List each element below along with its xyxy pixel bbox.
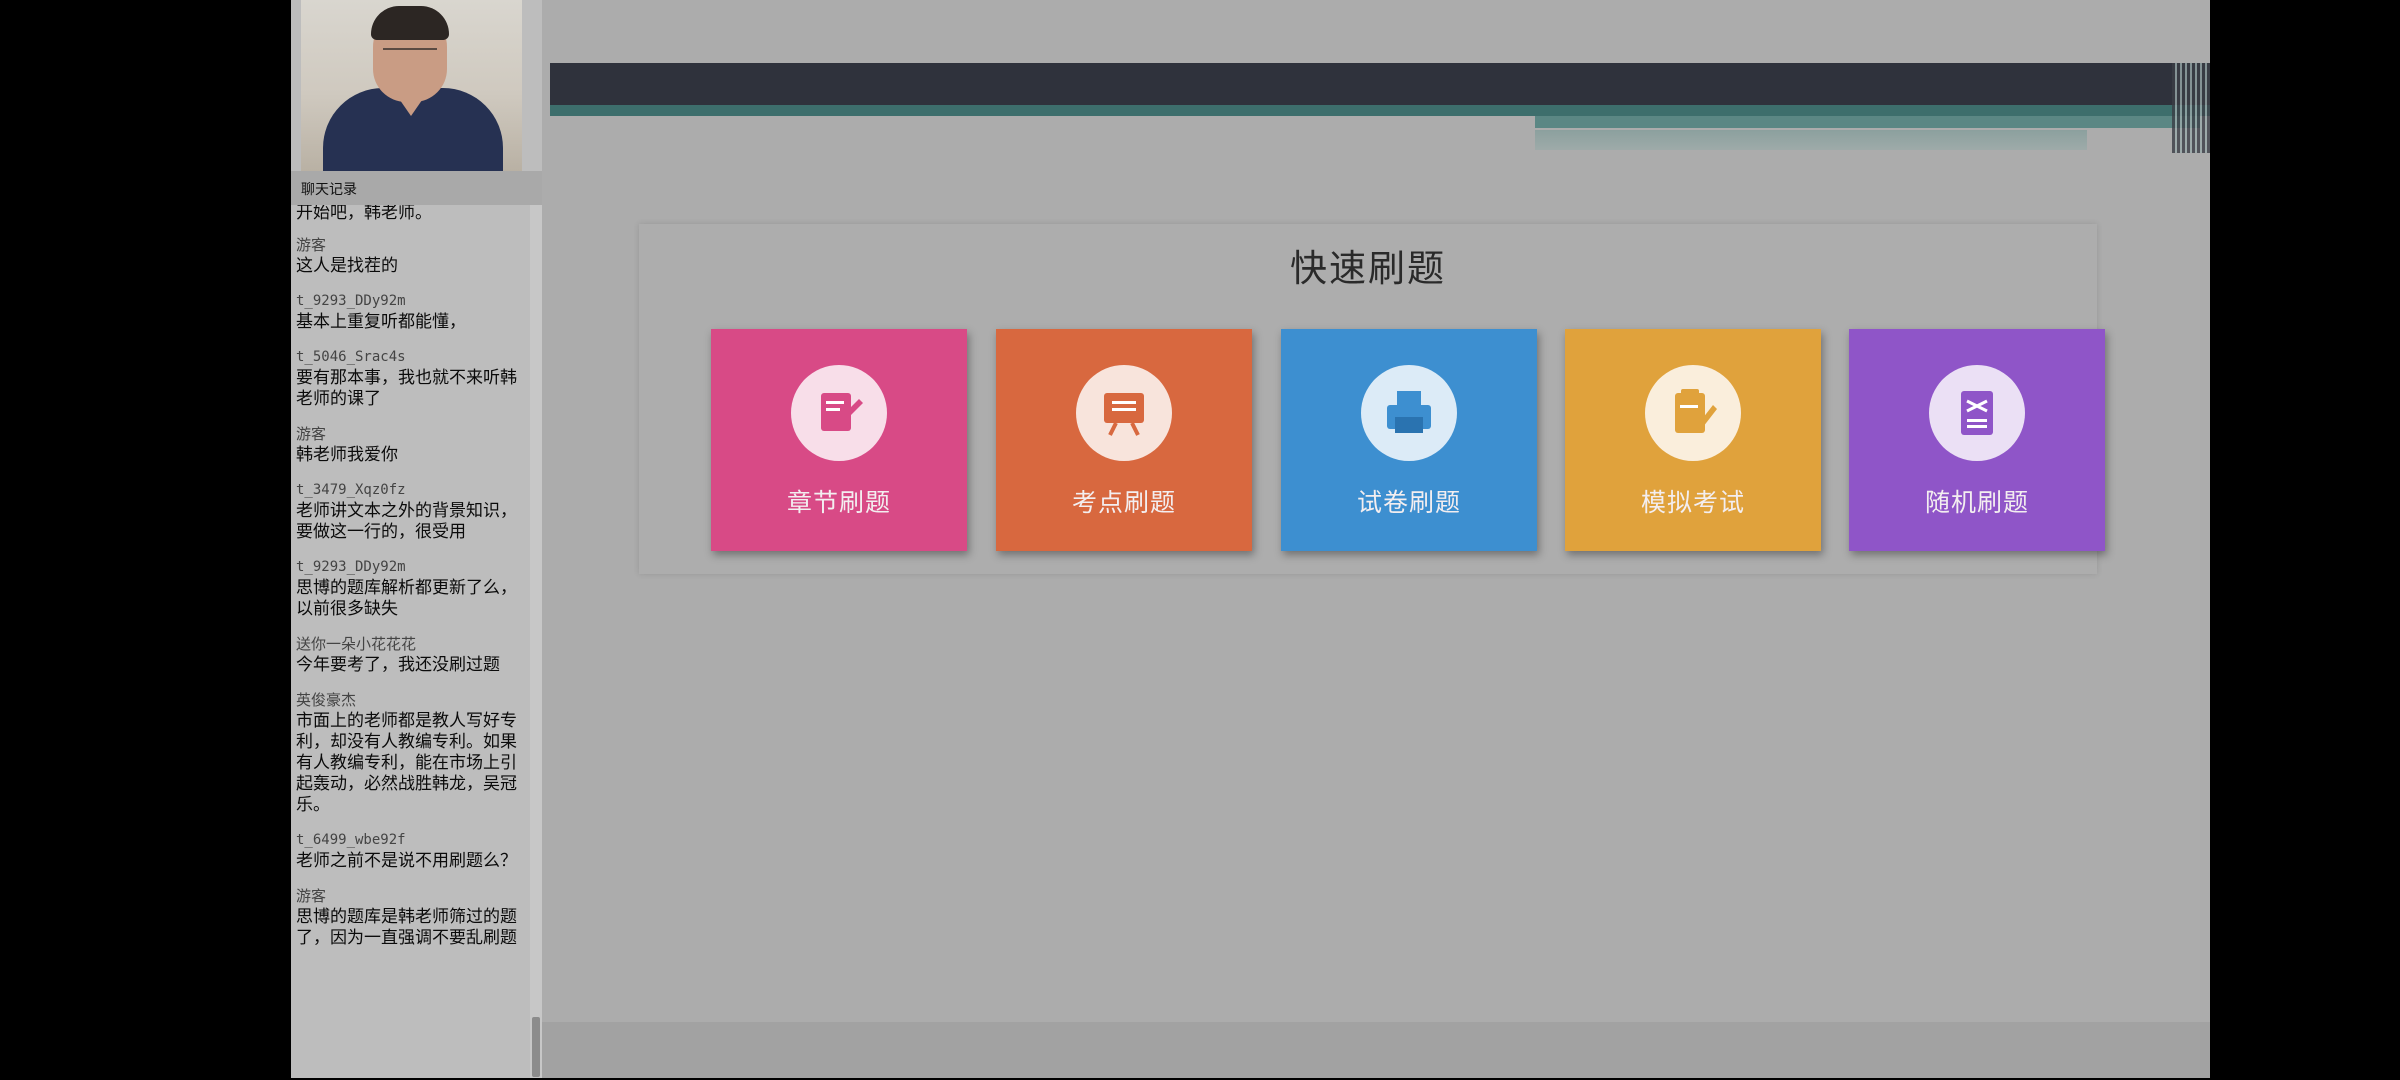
printer-icon [1361,365,1457,461]
chat-username: 游客 [296,887,327,905]
card-label: 随机刷题 [1924,488,2029,517]
card-chapter-practice[interactable]: 章节刷题 [711,329,967,551]
chat-message-text: 市面上的老师都是教人写好专利，却没有人教编专利。如果有人教编专利，能在市场上引起… [296,711,517,815]
chat-username: t_3479_Xqz0fz [296,482,406,498]
chat-message-text: 要有那本事，我也就不来听韩老师的课了 [296,368,517,409]
card-exam-paper-practice[interactable]: 试卷刷题 [1281,329,1537,551]
chat-message-text: 思博的题库解析都更新了么，以前很多缺失 [296,578,517,619]
chat-message: t_3479_Xqz0fz 老师讲文本之外的背景知识，要做这一行的，很受用 [291,480,531,543]
card-label: 试卷刷题 [1356,488,1461,517]
shuffle-document-icon [1929,365,2025,461]
chat-message: 游客 这人是找茬的 [291,235,531,277]
webcam-video [301,0,522,171]
slide-accent-bar-2 [1535,116,2200,128]
chat-message: 英俊豪杰市面上的老师都是教人写好专利，却没有人教编专利。如果有人教编专利，能在市… [291,690,531,816]
section-title: 快速刷题 [1290,247,1446,290]
chat-message-text: 今年要考了，我还没刷过题 [296,655,500,675]
presentation-board-icon [1076,365,1172,461]
card-topic-practice[interactable]: 考点刷题 [996,329,1252,551]
card-label: 模拟考试 [1640,488,1745,517]
chat-message-text: 思博的题库是韩老师筛过的题了，因为一直强调不要乱刷题 [296,907,517,948]
quick-practice-panel: 快速刷题 章节刷题 考点刷题 试卷刷题 模拟考试 随机刷题 [639,224,2105,574]
chat-header: 聊天记录 [291,171,542,205]
card-mock-exam[interactable]: 模拟考试 [1565,329,1821,551]
slide-accent-bar [550,105,2210,116]
presenter-hair [371,6,449,40]
chat-scrollbar[interactable] [530,205,542,1078]
card-label: 考点刷题 [1071,488,1176,517]
chat-username: t_9293_DDy92m [296,293,406,309]
chat-message-text: 韩老师我爱你 [296,445,398,465]
chat-username: t_6499_wbe92f [296,832,406,848]
chat-message-text: 老师讲文本之外的背景知识，要做这一行的，很受用 [296,501,517,542]
chat-message-text: 基本上重复听都能懂， [296,312,466,332]
chat-username: t_9293_DDy92m [296,559,406,575]
chat-username: 送你一朵小花花花 [296,635,417,653]
chat-message-text: 这人是找茬的 [296,256,398,276]
chat-message-text: 老师之前不是说不用刷题么？ [296,851,517,871]
chat-message: t_5046_Srac4s 要有那本事，我也就不来听韩老师的课了 [291,347,531,410]
card-random-practice[interactable]: 随机刷题 [1849,329,2105,551]
chat-message: t_9293_DDy92m 思博的题库解析都更新了么，以前很多缺失 [291,557,531,620]
slide-top-bar [550,63,2210,105]
slide-accent-bar-3 [1535,130,2087,150]
left-panel: 聊天记录 开始吧，韩老师。 游客 这人是找茬的 t_9293_DDy92m 基本上重复… [291,0,542,1078]
chat-message: 游客思博的题库是韩老师筛过的题了，因为一直强调不要乱刷题 [291,886,531,949]
chat-username: 英俊豪杰 [296,691,357,709]
chat-username: 游客 [296,236,327,254]
chat-message: 游客 韩老师我爱你 [291,424,531,466]
clipboard-pen-icon [1645,365,1741,461]
chat-message: t_9293_DDy92m 基本上重复听都能懂， [291,291,531,333]
chat-scrollbar-thumb[interactable] [532,1017,540,1077]
chat-message: t_6499_wbe92f 老师之前不是说不用刷题么？ [291,830,531,872]
presenter-glasses [383,48,437,60]
edit-document-icon [791,365,887,461]
chat-partial-message: 开始吧，韩老师。 [296,205,432,221]
slide-area: 快速刷题 章节刷题 考点刷题 试卷刷题 模拟考试 随机刷题 [542,0,2210,1078]
chat-username: 游客 [296,425,327,443]
card-label: 章节刷题 [786,488,891,517]
chat-list[interactable]: 开始吧，韩老师。 游客 这人是找茬的 t_9293_DDy92m 基本上重复听都能懂，… [291,205,531,1078]
chat-message: 送你一朵小花花花今年要考了，我还没刷过题 [291,634,531,676]
slide-stripe-decoration [2172,63,2210,153]
slide-bottom-bar [542,1022,2210,1078]
chat-username: t_5046_Srac4s [296,349,406,365]
chat-header-title: 聊天记录 [301,182,357,198]
